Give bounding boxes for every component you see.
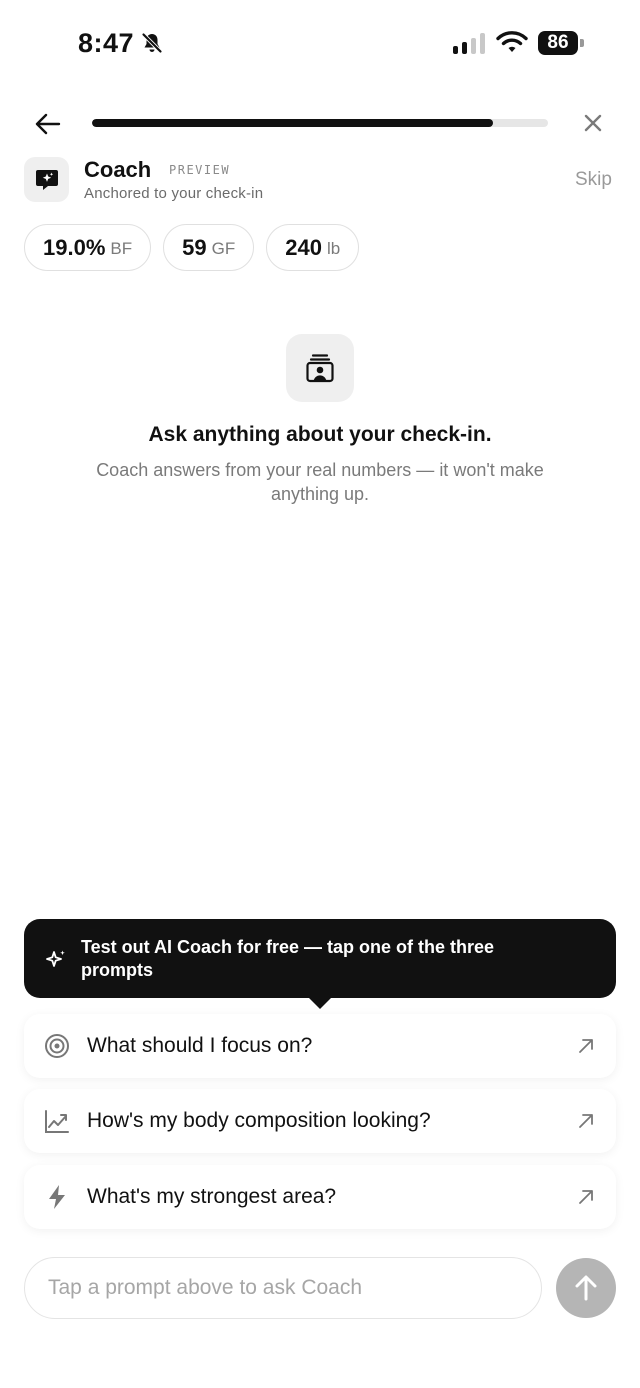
prompt-label: How's my body composition looking? [87,1109,431,1132]
battery-level: 86 [538,31,578,55]
arrow-up-icon [575,1275,597,1301]
coach-title: Coach [84,157,152,182]
close-button[interactable] [578,108,608,138]
back-button[interactable] [30,106,66,142]
bell-muted-icon [140,31,164,55]
message-input[interactable] [25,1258,541,1318]
coach-subtitle: Anchored to your check-in [84,185,264,202]
stat-chip-gf: 59 GF [163,224,255,271]
stat-unit: BF [110,239,133,258]
skip-button[interactable]: Skip [575,169,612,191]
arrow-left-icon [35,113,61,135]
arrow-up-right-icon [576,1187,596,1207]
prompt-strongest-area[interactable]: What's my strongest area? [24,1165,616,1229]
prompt-label: What should I focus on? [87,1034,313,1057]
sparkle-icon [44,948,68,972]
chat-sparkle-icon [35,169,58,190]
prompt-focus[interactable]: What should I focus on? [24,1014,616,1078]
stat-unit: lb [326,239,341,258]
stat-value: 59 [182,234,207,260]
trend-chart-icon [44,1108,70,1134]
tooltip-pointer [308,997,332,1009]
battery-icon: 86 [538,31,584,55]
stat-value: 240 [285,234,322,260]
send-button[interactable] [556,1258,616,1318]
stat-value: 19.0% [43,234,106,260]
empty-state-subtitle: Coach answers from your real numbers — i… [96,460,544,504]
arrow-up-right-icon [576,1111,596,1131]
status-time: 8:47 [78,28,135,58]
prompt-body-composition[interactable]: How's my body composition looking? [24,1089,616,1153]
progress-fill [92,119,494,127]
stat-chips: 19.0% BF 59 GF 240 lb [24,224,360,271]
cellular-signal-icon [453,32,485,54]
target-icon [44,1033,70,1059]
status-bar: 8:47 86 [0,0,640,88]
free-trial-tooltip: Test out AI Coach for free — tap one of … [24,919,616,998]
checkin-progress-bar [92,119,548,127]
stat-unit: GF [211,239,236,258]
profile-card-stack-icon [306,354,334,383]
composer [24,1257,542,1319]
wifi-icon [496,30,528,54]
empty-state-title: Ask anything about your check-in. [148,423,492,446]
preview-badge: PREVIEW [169,163,231,177]
tooltip-text: Test out AI Coach for free — tap one of … [81,937,495,980]
arrow-up-right-icon [576,1036,596,1056]
lightning-icon [44,1184,70,1210]
stat-chip-body-fat: 19.0% BF [24,224,152,271]
coach-avatar [24,157,69,202]
prompt-label: What's my strongest area? [87,1185,337,1208]
empty-state-icon [286,334,354,402]
stat-chip-weight: 240 lb [266,224,360,271]
close-icon [584,114,602,132]
